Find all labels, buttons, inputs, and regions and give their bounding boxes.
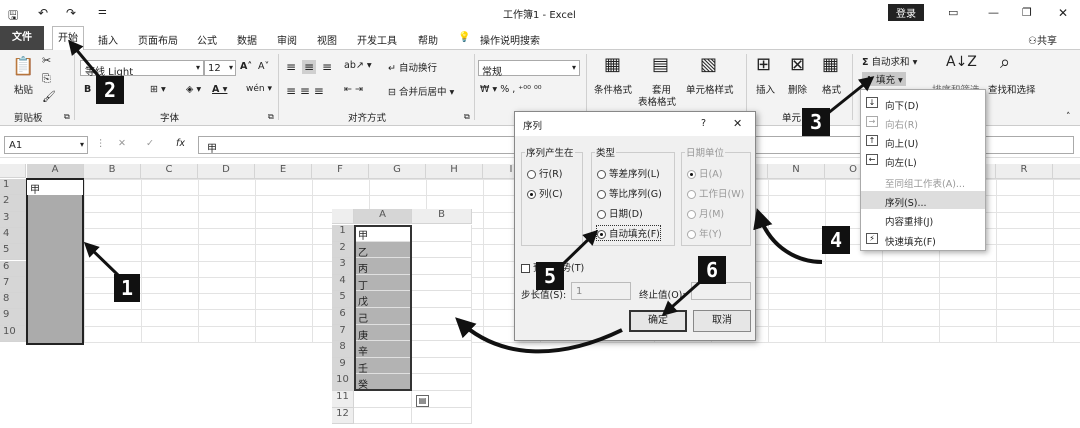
- callout-6: 6: [698, 256, 726, 284]
- arrow-curve-to-result: [455, 317, 623, 354]
- callout-2: 2: [96, 76, 124, 104]
- callout-5: 5: [536, 262, 564, 290]
- arrow-4: [753, 208, 823, 264]
- callout-3: 3: [802, 108, 830, 136]
- callout-4: 4: [822, 226, 850, 254]
- arrow-1: [83, 241, 120, 277]
- callout-1: 1: [114, 274, 140, 302]
- arrow-6: [661, 280, 701, 316]
- annotation-arrows: [68, 39, 875, 354]
- arrow-5: [560, 229, 599, 267]
- arrow-2: [68, 39, 102, 79]
